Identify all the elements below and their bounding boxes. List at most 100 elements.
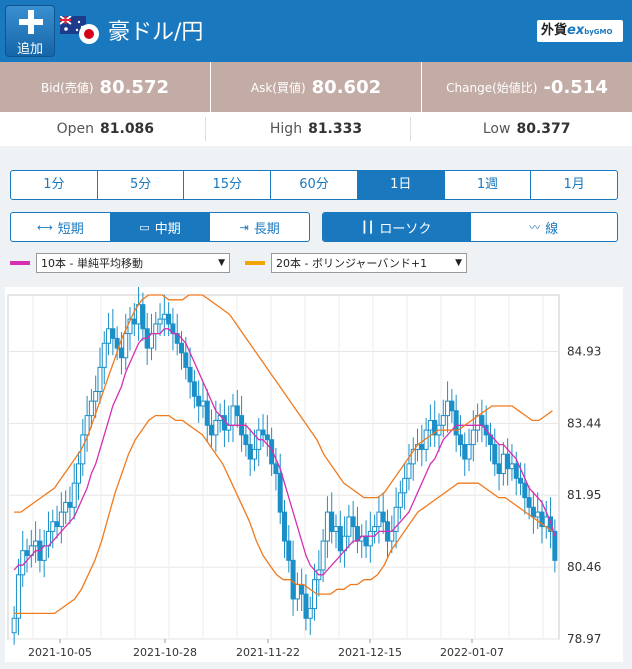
candle: [200, 400, 206, 407]
candle: [204, 400, 210, 426]
candle: [67, 501, 73, 508]
tab-1month[interactable]: 1月: [531, 171, 617, 199]
candle: [97, 366, 103, 392]
candle: [15, 574, 21, 619]
tab-mid-term[interactable]: ▭ 中期: [110, 213, 211, 241]
candle: [509, 463, 515, 470]
indicator-2: 20本 - ボリンジャーバンド+1 ▼: [245, 253, 467, 273]
candle: [247, 444, 253, 460]
x-tick-label: 2021-12-15: [338, 646, 402, 659]
tab-60min[interactable]: 60分: [271, 171, 358, 199]
quote-row: Bid(売値) 80.572 Ask(買値) 80.602 Change(始値比) -…: [0, 62, 632, 112]
change-quote: Change(始値比) -0.514: [446, 76, 608, 98]
candle: [260, 429, 266, 436]
candle: [329, 511, 335, 532]
candle: [191, 381, 197, 397]
candle: [50, 521, 56, 532]
price-chart[interactable]: 84.93 83.44 81.95 80.46 78.97 2021-10-05 2021-…: [5, 284, 623, 662]
candle: [535, 511, 541, 518]
candle: [243, 434, 249, 446]
short-term-icon: ⟷: [36, 220, 53, 234]
sma-select[interactable]: 10本 - 単純平均移動 ▼: [36, 253, 230, 273]
candle: [11, 617, 17, 634]
tab-short-term[interactable]: ⟷ 短期: [11, 213, 111, 241]
candle: [376, 511, 382, 528]
app-header: 追加 豪ドル/円 外貨exbyGMO: [0, 0, 632, 62]
candle: [307, 608, 313, 619]
bollinger-select[interactable]: 20本 - ボリンジャーバンド+1 ▼: [271, 253, 467, 273]
candle: [337, 526, 343, 552]
candle: [350, 516, 356, 528]
candle: [500, 453, 506, 475]
candle: [93, 390, 99, 402]
candle: [209, 424, 215, 436]
line-chart-icon: 〰: [529, 221, 541, 234]
bollinger-color-swatch: [245, 261, 265, 265]
candle: [363, 535, 369, 547]
period-tabs: ⟷ 短期 ▭ 中期 ⇥ 長期: [10, 212, 310, 242]
candle: [24, 550, 30, 557]
tab-candlestick[interactable]: ┃┃ ローソク: [323, 213, 471, 241]
candle: [526, 497, 532, 508]
tab-line[interactable]: 〰線: [471, 213, 618, 241]
mid-term-icon: ▭: [139, 220, 150, 234]
x-tick-label: 2021-10-05: [28, 646, 92, 659]
candle: [282, 511, 287, 542]
candle: [161, 313, 167, 320]
add-button[interactable]: 追加: [5, 5, 55, 57]
candle: [196, 395, 202, 407]
open-value: Open 81.086: [56, 121, 155, 137]
y-tick-label: 81.95: [567, 488, 601, 502]
tab-1week[interactable]: 1週: [445, 171, 532, 199]
candle: [101, 342, 107, 368]
candle: [110, 328, 116, 339]
tab-5min[interactable]: 5分: [98, 171, 185, 199]
candle: [522, 482, 528, 499]
candle: [445, 400, 451, 417]
candle: [372, 526, 378, 532]
candle: [419, 444, 425, 450]
candlestick-icon: ┃┃: [361, 220, 375, 234]
candle: [213, 419, 219, 436]
ohl-row: Open 81.086 High 81.333 Low 80.377: [0, 112, 632, 146]
candle: [479, 415, 485, 426]
x-tick-label: 2021-11-22: [236, 646, 300, 659]
candle: [153, 323, 159, 335]
tab-1day[interactable]: 1日: [357, 171, 445, 199]
candle: [88, 400, 94, 417]
chart-type-tabs: ┃┃ ローソク 〰線: [322, 212, 618, 242]
candle: [264, 434, 270, 441]
ask-quote[interactable]: Ask(買値) 80.602: [211, 62, 422, 112]
currency-pair-title: 豪ドル/円: [108, 20, 204, 45]
tab-15min[interactable]: 15分: [184, 171, 272, 199]
chevron-down-icon: ▼: [218, 258, 225, 268]
divider: [205, 117, 206, 141]
candle: [290, 559, 296, 600]
candle: [397, 492, 403, 508]
candle: [286, 540, 292, 561]
candle: [402, 477, 408, 494]
candle: [54, 521, 60, 528]
low-value: Low 80.377: [482, 121, 571, 137]
tab-1min[interactable]: 1分: [11, 171, 98, 199]
high-value: High 81.333: [269, 121, 363, 137]
candle: [118, 347, 124, 359]
candle: [140, 304, 146, 330]
candle: [389, 530, 395, 542]
chevron-down-icon: ▼: [455, 258, 462, 268]
candle: [234, 405, 240, 417]
long-term-icon: ⇥: [239, 220, 249, 234]
candle: [303, 593, 309, 619]
y-tick-label: 78.97: [567, 632, 601, 646]
candle: [453, 410, 459, 436]
candle: [251, 448, 257, 460]
bid-quote[interactable]: Bid(売値) 80.572: [0, 62, 211, 112]
plot-area: [7, 294, 560, 640]
tab-long-term[interactable]: ⇥ 長期: [210, 213, 309, 241]
candle: [496, 463, 502, 475]
aud-jpy-flag-icon: [60, 16, 99, 44]
candle: [187, 366, 193, 383]
candle: [324, 511, 330, 542]
candle: [505, 453, 511, 470]
candle: [513, 463, 519, 479]
